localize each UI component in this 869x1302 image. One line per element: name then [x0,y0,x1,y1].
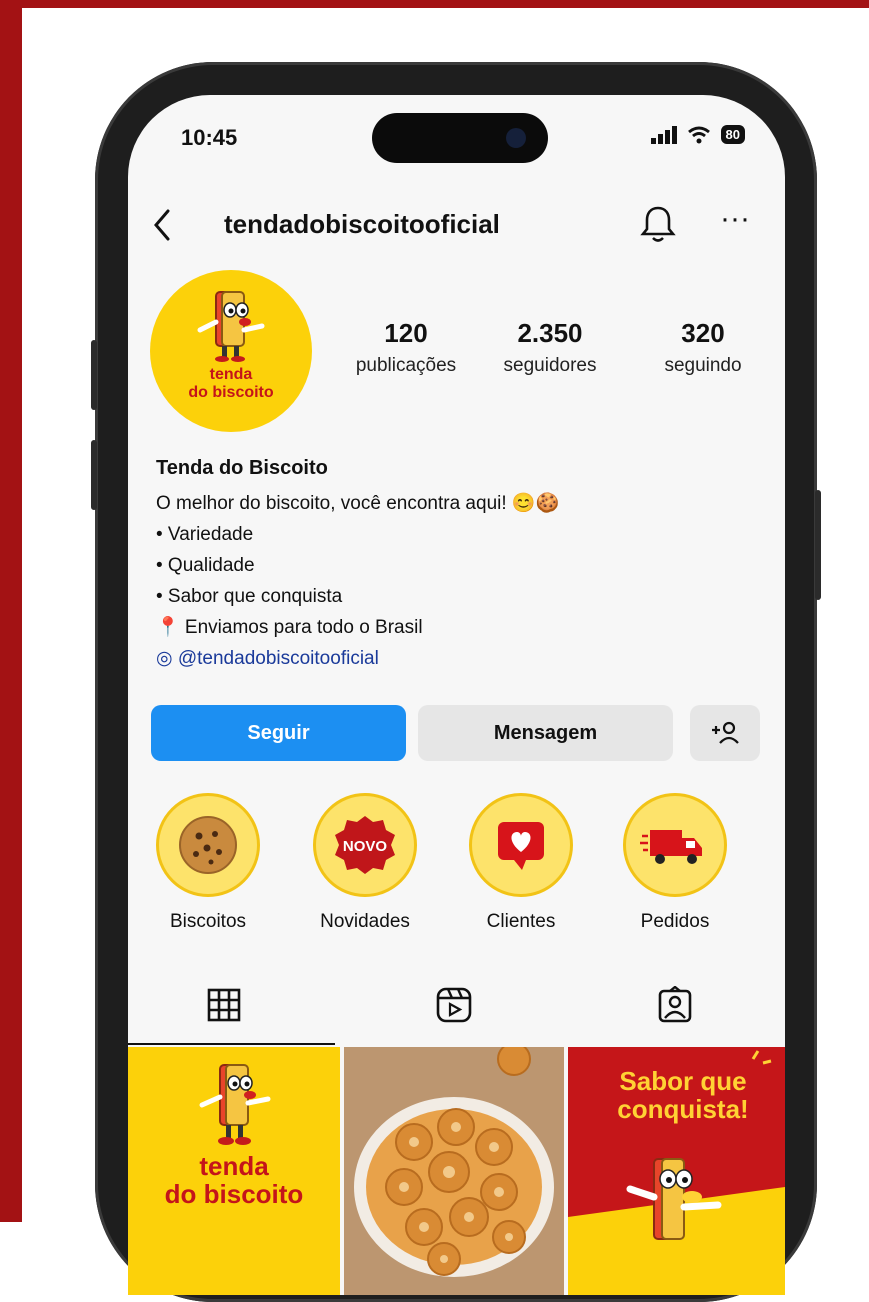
stat-followers-value: 2.350 [517,318,583,348]
wifi-icon [687,126,710,143]
top-border [0,0,869,8]
power-button [815,490,821,600]
avatar-text-line2: do biscoito [188,384,274,401]
volume-down-button [91,440,97,510]
volume-up-button [91,340,97,410]
bio-line: O melhor do biscoito, você encontra aqui… [156,493,560,514]
phone-screen: 10:45 80 tendadobiscoitooficial ··· tend… [128,95,785,1295]
post-headline-line2: conquista! [617,1094,749,1124]
mascot-icon [197,291,265,362]
mascot-icon [199,1064,271,1145]
stat-posts-value: 120 [384,318,428,348]
stat-followers-label: seguidores [503,355,597,376]
status-time: 10:45 [181,125,238,150]
message-button[interactable]: Mensagem [418,705,673,761]
highlight-label: Pedidos [640,911,710,932]
delivery-truck-icon [640,830,702,864]
stat-posts-label: publicações [355,355,457,376]
add-person-icon [712,721,739,744]
highlight-circle [623,793,727,897]
bell-icon[interactable] [638,202,678,246]
profile-link[interactable]: ◎ @tendadobiscoitooficial [156,643,756,674]
highlight-circle [156,793,260,897]
highlight-circle: NOVO [313,793,417,897]
profile-header: tendadobiscoitooficial ··· [128,200,785,250]
post-tile[interactable] [344,1047,564,1295]
stat-followers[interactable]: 2.350 seguidores [490,318,610,377]
highlight-biscoitos[interactable]: Biscoitos [153,793,263,933]
bio-line: 📍 Enviamos para todo o Brasil [156,617,423,638]
profile-avatar[interactable]: tenda do biscoito [150,270,312,432]
highlight-pedidos[interactable]: Pedidos [620,793,730,933]
post-tile[interactable]: tenda do biscoito [128,1047,340,1295]
left-border [0,0,22,1222]
highlight-label: Biscoitos [169,911,247,932]
stat-following-label: seguindo [664,355,742,376]
highlight-label: Novidades [320,911,410,932]
back-arrow-icon[interactable] [148,205,178,245]
tagged-icon [658,986,692,1023]
profile-name: Tenda do Biscoito [156,457,328,479]
profile-tabs [128,975,785,1045]
post-text-line2: do biscoito [164,1179,304,1209]
highlight-clientes[interactable]: Clientes [466,793,576,933]
bio-line: • Qualidade [156,555,255,576]
highlight-novidades[interactable]: NOVO Novidades [310,793,420,933]
stat-posts[interactable]: 120 publicações [346,318,466,377]
avatar-brand-text: tenda do biscoito [150,366,312,402]
novo-badge-icon: NOVO [335,816,395,874]
cookie-icon [179,816,237,874]
tab-grid[interactable] [128,975,347,1045]
tab-reels[interactable] [347,975,566,1045]
dynamic-island [372,113,548,163]
add-person-button[interactable] [690,705,760,761]
highlight-label: Clientes [486,911,556,932]
biscuit-bowl-image [344,1047,564,1295]
signal-icon [650,125,677,144]
reels-icon [436,987,472,1023]
novo-badge-text: NOVO [343,838,388,855]
grid-icon [207,988,241,1022]
post-text-line1: tenda [199,1151,269,1181]
threads-icon: ◎ [156,648,178,669]
active-tab-indicator [128,1043,335,1045]
highlight-circle [469,793,573,897]
battery-indicator: 80 [720,125,745,144]
bio-line: • Variedade [156,524,254,545]
heart-chat-icon [498,822,544,870]
camera-icon [506,128,526,148]
profile-link-text: @tendadobiscoitooficial [177,648,379,669]
post-brand-text: tenda do biscoito [128,1152,340,1208]
more-options-icon[interactable]: ··· [720,204,760,244]
tab-tagged[interactable] [566,975,785,1045]
follow-button[interactable]: Seguir [151,705,406,761]
stat-following[interactable]: 320 seguindo [648,318,758,377]
status-icons: 80 [650,125,745,144]
post-headline: Sabor que conquista! [588,1067,778,1123]
avatar-text-line1: tenda [209,366,253,383]
bio-line: • Sabor que conquista [156,586,343,607]
stat-following-value: 320 [681,318,725,348]
post-tile[interactable]: Sabor que conquista! [568,1047,785,1295]
profile-username: tendadobiscoitooficial [224,209,500,239]
post-headline-line1: Sabor que [619,1066,747,1096]
post-grid: tenda do biscoito Sabor que conquista! [128,1047,785,1295]
profile-bio: Tenda do Biscoito O melhor do biscoito, … [156,457,756,674]
